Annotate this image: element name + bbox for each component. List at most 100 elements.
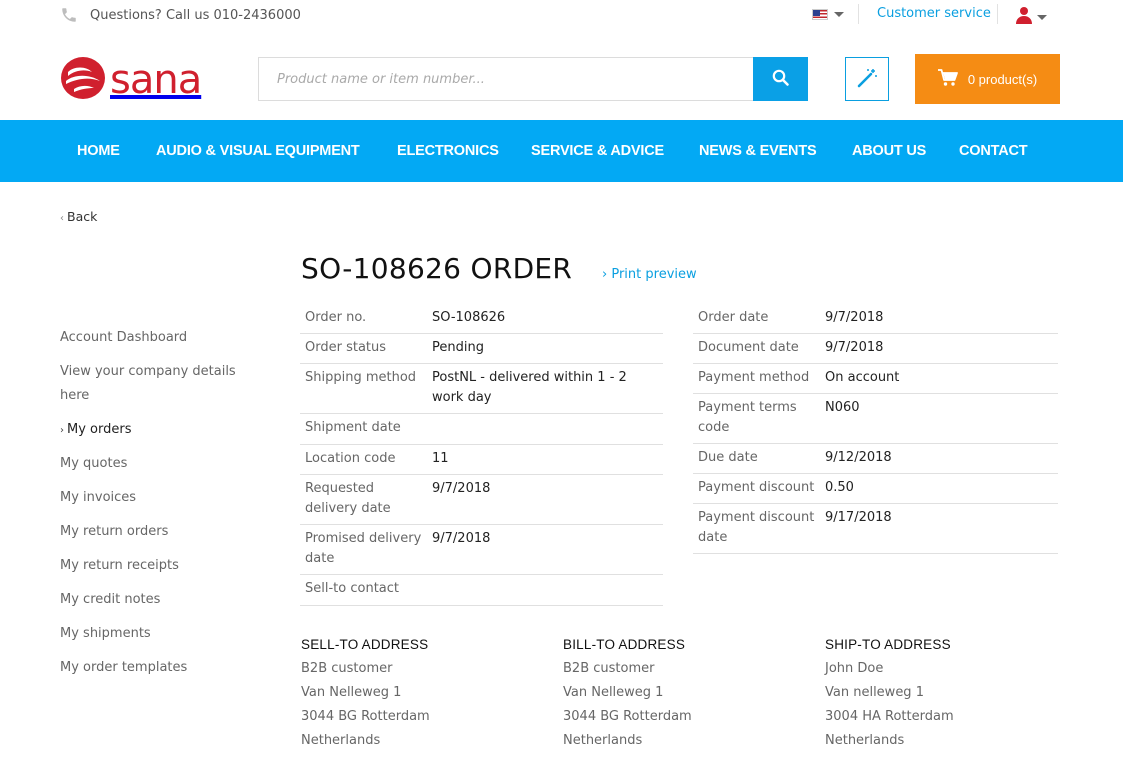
field-label: Payment discount [693, 473, 820, 504]
address-line: John Doe [825, 661, 884, 676]
user-icon [1016, 6, 1032, 28]
magic-wand-icon [856, 67, 878, 92]
back-link[interactable]: ‹ Back [60, 209, 97, 224]
phone-text: Questions? Call us 010-2436000 [90, 7, 301, 23]
bill-to-address: BILL-TO ADDRESS B2B customer Van Nellewe… [563, 637, 692, 753]
sana-logo[interactable]: sana [60, 56, 202, 104]
quick-order-button[interactable] [845, 57, 889, 101]
field-label: Document date [693, 333, 820, 364]
field-label: Due date [693, 443, 820, 474]
address-line: 3044 BG Rotterdam [301, 709, 430, 724]
field-value: Pending [427, 333, 663, 364]
chevron-right-icon: › [60, 425, 64, 436]
address-line: B2B customer [301, 661, 393, 676]
nav-news-events[interactable]: NEWS & EVENTS [699, 143, 817, 159]
cart-button[interactable]: 0 product(s) [915, 54, 1060, 104]
table-row: Location code 11 [300, 444, 663, 475]
sidebar-item-company-details[interactable]: View your company details here [60, 360, 250, 408]
divider [997, 4, 998, 24]
sidebar-item-label: My orders [67, 422, 132, 437]
table-row: Payment discount 0.50 [693, 473, 1058, 504]
address-line: 3044 BG Rotterdam [563, 709, 692, 724]
search-bar [258, 57, 808, 101]
sidebar-item-account-dashboard[interactable]: Account Dashboard [60, 326, 250, 350]
logo-text: sana [110, 57, 202, 103]
language-selector[interactable] [812, 9, 844, 20]
field-value [427, 574, 663, 606]
sell-to-address: SELL-TO ADDRESS B2B customer Van Nellewe… [301, 637, 430, 753]
field-label: Order status [300, 333, 427, 364]
table-row: Order no. SO-108626 [300, 304, 663, 334]
field-value: 9/7/2018 [820, 333, 1058, 364]
field-label: Payment method [693, 363, 820, 394]
user-menu[interactable] [1016, 6, 1047, 28]
nav-contact[interactable]: CONTACT [959, 143, 1028, 159]
field-value: PostNL - delivered within 1 - 2 work day [427, 363, 663, 414]
chevron-down-icon [834, 12, 844, 17]
us-flag-icon [812, 9, 828, 20]
page-title: SO-108626 ORDER [301, 252, 573, 285]
table-row: Shipping method PostNL - delivered within… [300, 363, 663, 414]
address-line: Netherlands [301, 733, 381, 748]
table-row: Sell-to contact [300, 574, 663, 606]
address-title: BILL-TO ADDRESS [563, 637, 686, 652]
table-row: Document date 9/7/2018 [693, 333, 1058, 364]
print-preview-label: Print preview [611, 267, 697, 282]
search-button[interactable] [753, 57, 808, 101]
address-title: SELL-TO ADDRESS [301, 637, 429, 652]
address-line: Netherlands [563, 733, 643, 748]
search-input[interactable] [258, 57, 753, 101]
table-row: Shipment date [300, 413, 663, 445]
address-line: Van Nelleweg 1 [301, 685, 402, 700]
field-value: 9/12/2018 [820, 443, 1058, 474]
table-row: Order date 9/7/2018 [693, 304, 1058, 334]
ship-to-address: SHIP-TO ADDRESS John Doe Van nelleweg 1 … [825, 637, 954, 753]
address-line: B2B customer [563, 661, 655, 676]
field-label: Shipment date [300, 413, 427, 445]
phone-info: Questions? Call us 010-2436000 [60, 6, 301, 24]
nav-home[interactable]: HOME [77, 143, 120, 159]
phone-icon [60, 6, 78, 24]
field-label: Requested delivery date [300, 474, 427, 525]
sidebar-item-my-orders[interactable]: › My orders [60, 418, 250, 443]
sidebar-item-my-order-templates[interactable]: My order templates [60, 656, 250, 680]
cart-icon [937, 68, 958, 90]
nav-about-us[interactable]: ABOUT US [852, 143, 926, 159]
table-row: Promised delivery date 9/7/2018 [300, 524, 663, 575]
field-value: 0.50 [820, 473, 1058, 504]
field-label: Payment discount date [693, 503, 820, 554]
field-value: N060 [820, 393, 1058, 444]
sidebar-item-my-credit-notes[interactable]: My credit notes [60, 588, 250, 612]
field-label: Payment terms code [693, 393, 820, 444]
field-value: 11 [427, 444, 663, 475]
nav-service-advice[interactable]: SERVICE & ADVICE [531, 143, 664, 159]
sidebar-item-my-return-orders[interactable]: My return orders [60, 520, 250, 544]
search-icon [772, 69, 789, 89]
table-row: Due date 9/12/2018 [693, 443, 1058, 474]
nav-electronics[interactable]: ELECTRONICS [397, 143, 499, 159]
chevron-left-icon: ‹ [60, 213, 64, 224]
print-preview-link[interactable]: › Print preview [602, 267, 697, 282]
table-row: Payment method On account [693, 363, 1058, 394]
address-line: 3004 HA Rotterdam [825, 709, 954, 724]
field-label: Shipping method [300, 363, 427, 414]
sidebar-item-my-shipments[interactable]: My shipments [60, 622, 250, 646]
sidebar-item-my-quotes[interactable]: My quotes [60, 452, 250, 476]
field-value: 9/7/2018 [427, 474, 663, 525]
table-row: Order status Pending [300, 333, 663, 364]
address-line: Van nelleweg 1 [825, 685, 924, 700]
address-line: Van Nelleweg 1 [563, 685, 664, 700]
field-value: 9/7/2018 [820, 304, 1058, 334]
payment-details-table: Order date 9/7/2018 Document date 9/7/2018… [693, 304, 1058, 554]
field-value: 9/17/2018 [820, 503, 1058, 554]
sidebar-item-my-return-receipts[interactable]: My return receipts [60, 554, 250, 578]
main-navigation: HOME AUDIO & VISUAL EQUIPMENT ELECTRONIC… [0, 120, 1123, 182]
nav-audio-visual-equipment[interactable]: AUDIO & VISUAL EQUIPMENT [156, 143, 360, 159]
top-bar: Questions? Call us 010-2436000 Customer … [0, 0, 1123, 30]
customer-service-link[interactable]: Customer service [877, 6, 991, 21]
sidebar-item-my-invoices[interactable]: My invoices [60, 486, 250, 510]
field-label: Order no. [300, 304, 427, 334]
chevron-down-icon [1037, 14, 1047, 20]
order-details-table: Order no. SO-108626 Order status Pending S… [300, 304, 663, 606]
field-value: 9/7/2018 [427, 524, 663, 575]
